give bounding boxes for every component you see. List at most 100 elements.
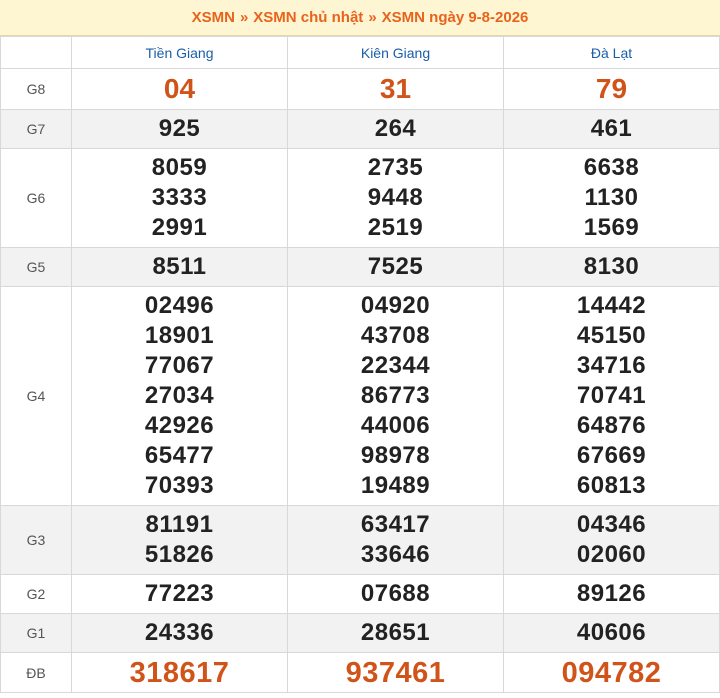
prize-row-g7: G7 925 264 461	[0, 109, 720, 149]
prize-cell: 77223	[71, 574, 288, 614]
prize-number: 24336	[144, 619, 215, 646]
prize-number: 33646	[360, 541, 431, 568]
prize-number: 22344	[360, 352, 431, 379]
prize-number: 43708	[360, 322, 431, 349]
prize-row-g4: G4 02496 18901 77067 27034 42926 65477 70393 049…	[0, 286, 720, 506]
prize-number: 6638	[583, 154, 640, 181]
prize-cell: 63417 33646	[287, 505, 504, 575]
prize-number: 81191	[145, 511, 214, 538]
prize-number: 65477	[144, 442, 215, 469]
prize-label: G2	[0, 574, 72, 614]
prize-number: 34716	[576, 352, 647, 379]
prize-label: G3	[0, 505, 72, 575]
prize-number: 04	[163, 73, 196, 104]
province-tien-giang[interactable]: Tiền Giang	[71, 36, 288, 69]
breadcrumb: XSMN » XSMN chủ nhật » XSMN ngày 9-8-202…	[0, 0, 720, 36]
prize-cell: 79	[503, 68, 720, 110]
prize-cell: 264	[287, 109, 504, 149]
prize-number: 70393	[144, 472, 215, 499]
prize-number: 8130	[583, 253, 640, 280]
prize-number: 18901	[144, 322, 215, 349]
prize-number: 19489	[360, 472, 431, 499]
prize-cell: 094782	[503, 652, 720, 693]
province-header-row: Tiền Giang Kiên Giang Đà Lạt	[0, 36, 720, 69]
prize-cell: 28651	[287, 613, 504, 653]
prize-number: 44006	[360, 412, 431, 439]
prize-label: G8	[0, 68, 72, 110]
prize-cell: 6638 1130 1569	[503, 148, 720, 248]
prize-label: G1	[0, 613, 72, 653]
prize-cell: 04920 43708 22344 86773 44006 98978 19489	[287, 286, 504, 506]
prize-number: 02060	[576, 541, 647, 568]
prize-label: G7	[0, 109, 72, 149]
prize-label: G4	[0, 286, 72, 506]
prize-number: 264	[374, 115, 417, 142]
prize-row-db: ĐB 318617 937461 094782	[0, 652, 720, 693]
special-prize-number: 094782	[561, 656, 662, 689]
prize-cell: 8511	[71, 247, 288, 287]
prize-number: 79	[595, 73, 628, 104]
prize-row-g3: G3 81191 51826 63417 33646 04346 02060	[0, 505, 720, 575]
prize-row-g6: G6 8059 3333 2991 2735 9448 2519 6638 1130 1569	[0, 148, 720, 248]
prize-number: 77067	[144, 352, 215, 379]
prize-number: 7525	[367, 253, 424, 280]
prize-rows: G8 04 31 79 G7 925 264 461 G6 8059 3333 2991 2735 944…	[0, 68, 720, 693]
special-prize-number: 318617	[129, 656, 230, 689]
prize-label: ĐB	[0, 652, 72, 693]
prize-cell: 24336	[71, 613, 288, 653]
results-table: Tiền Giang Kiên Giang Đà Lạt G8 04 31 79 G7 9…	[0, 36, 720, 693]
prize-number: 70741	[576, 382, 647, 409]
prize-number: 86773	[360, 382, 431, 409]
prize-number: 67669	[576, 442, 647, 469]
prize-label: G5	[0, 247, 72, 287]
prize-number: 461	[590, 115, 633, 142]
breadcrumb-separator: »	[368, 9, 377, 26]
prize-number: 1130	[584, 184, 639, 211]
prize-row-g5: G5 8511 7525 8130	[0, 247, 720, 287]
breadcrumb-xsmn-date-link[interactable]: XSMN ngày 9-8-2026	[382, 9, 529, 26]
breadcrumb-xsmn-link[interactable]: XSMN	[192, 9, 235, 26]
prize-cell: 07688	[287, 574, 504, 614]
prize-number: 3333	[151, 184, 208, 211]
prize-cell: 89126	[503, 574, 720, 614]
prize-number: 2991	[151, 214, 208, 241]
prize-cell: 318617	[71, 652, 288, 693]
prize-cell: 81191 51826	[71, 505, 288, 575]
prize-cell: 461	[503, 109, 720, 149]
prize-number: 925	[158, 115, 201, 142]
corner-cell	[0, 36, 72, 69]
breadcrumb-xsmn-sunday-link[interactable]: XSMN chủ nhật	[253, 9, 363, 26]
prize-cell: 04346 02060	[503, 505, 720, 575]
prize-cell: 2735 9448 2519	[287, 148, 504, 248]
prize-number: 9448	[367, 184, 424, 211]
province-da-lat: Đà Lạt	[503, 36, 720, 69]
prize-number: 27034	[144, 382, 215, 409]
prize-number: 1569	[583, 214, 640, 241]
province-kien-giang[interactable]: Kiên Giang	[287, 36, 504, 69]
prize-number: 02496	[144, 292, 215, 319]
prize-cell: 925	[71, 109, 288, 149]
prize-number: 89126	[576, 580, 647, 607]
prize-number: 45150	[576, 322, 647, 349]
prize-number: 8511	[152, 253, 207, 280]
prize-row-g8: G8 04 31 79	[0, 68, 720, 110]
prize-cell: 02496 18901 77067 27034 42926 65477 70393	[71, 286, 288, 506]
prize-number: 28651	[360, 619, 431, 646]
prize-row-g2: G2 77223 07688 89126	[0, 574, 720, 614]
prize-cell: 14442 45150 34716 70741 64876 67669 60813	[503, 286, 720, 506]
prize-number: 07688	[360, 580, 431, 607]
prize-number: 8059	[151, 154, 208, 181]
prize-cell: 40606	[503, 613, 720, 653]
prize-number: 04346	[576, 511, 647, 538]
prize-number: 42926	[144, 412, 215, 439]
prize-cell: 8130	[503, 247, 720, 287]
prize-number: 51826	[144, 541, 215, 568]
prize-number: 60813	[576, 472, 647, 499]
prize-number: 31	[379, 73, 412, 104]
prize-number: 77223	[144, 580, 215, 607]
prize-number: 2735	[367, 154, 424, 181]
prize-cell: 31	[287, 68, 504, 110]
prize-cell: 937461	[287, 652, 504, 693]
prize-cell: 8059 3333 2991	[71, 148, 288, 248]
prize-number: 14442	[576, 292, 647, 319]
